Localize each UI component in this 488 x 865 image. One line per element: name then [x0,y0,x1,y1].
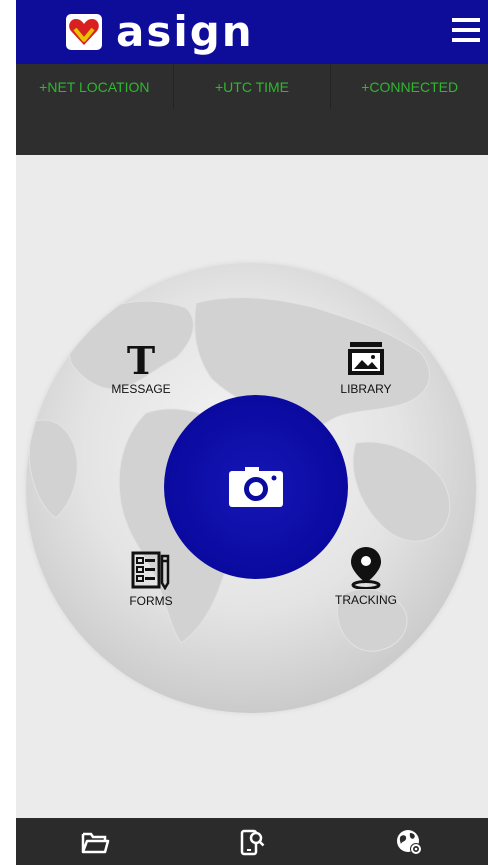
top-app-bar: asign [16,0,488,64]
hamburger-menu-button[interactable] [452,18,482,46]
bottom-nav-folder[interactable] [16,829,173,855]
menu-line [452,28,480,32]
asign-heart-logo-icon [66,14,102,50]
bottom-nav-phone-search[interactable] [173,828,330,856]
status-bar: +NET LOCATION +UTC TIME +CONNECTED [16,64,488,109]
library-label: LIBRARY [340,382,392,396]
asign-logo: asign [64,9,254,55]
logo-wordmark: asign [116,7,254,56]
status-connected[interactable]: +CONNECTED [331,64,488,109]
tracking-label: TRACKING [334,593,397,607]
phone-search-icon [240,829,265,855]
menu-line [452,18,480,22]
camera-icon [229,467,283,507]
status-utc-time[interactable]: +UTC TIME [174,64,332,109]
svg-text:T: T [127,340,155,378]
bottom-navigation [16,818,488,865]
image-library-icon [348,342,384,375]
forms-action[interactable]: FORMS [96,550,206,608]
forms-label: FORMS [129,594,173,608]
globe-settings-icon [397,829,423,855]
message-label: MESSAGE [111,382,171,396]
map-pin-icon [351,547,381,589]
text-t-icon: T [127,340,155,378]
folder-open-icon [81,832,109,853]
library-action[interactable]: LIBRARY [311,340,421,396]
app-screen: asign +NET LOCATION +UTC TIME +CONNECTED [16,0,488,865]
form-icon [131,551,170,590]
menu-line [452,38,480,42]
message-action[interactable]: T MESSAGE [86,340,196,396]
tracking-action[interactable]: TRACKING [311,545,421,607]
status-net-location[interactable]: +NET LOCATION [16,64,174,109]
bottom-nav-globe-settings[interactable] [331,828,488,856]
sub-toolbar [16,109,488,155]
